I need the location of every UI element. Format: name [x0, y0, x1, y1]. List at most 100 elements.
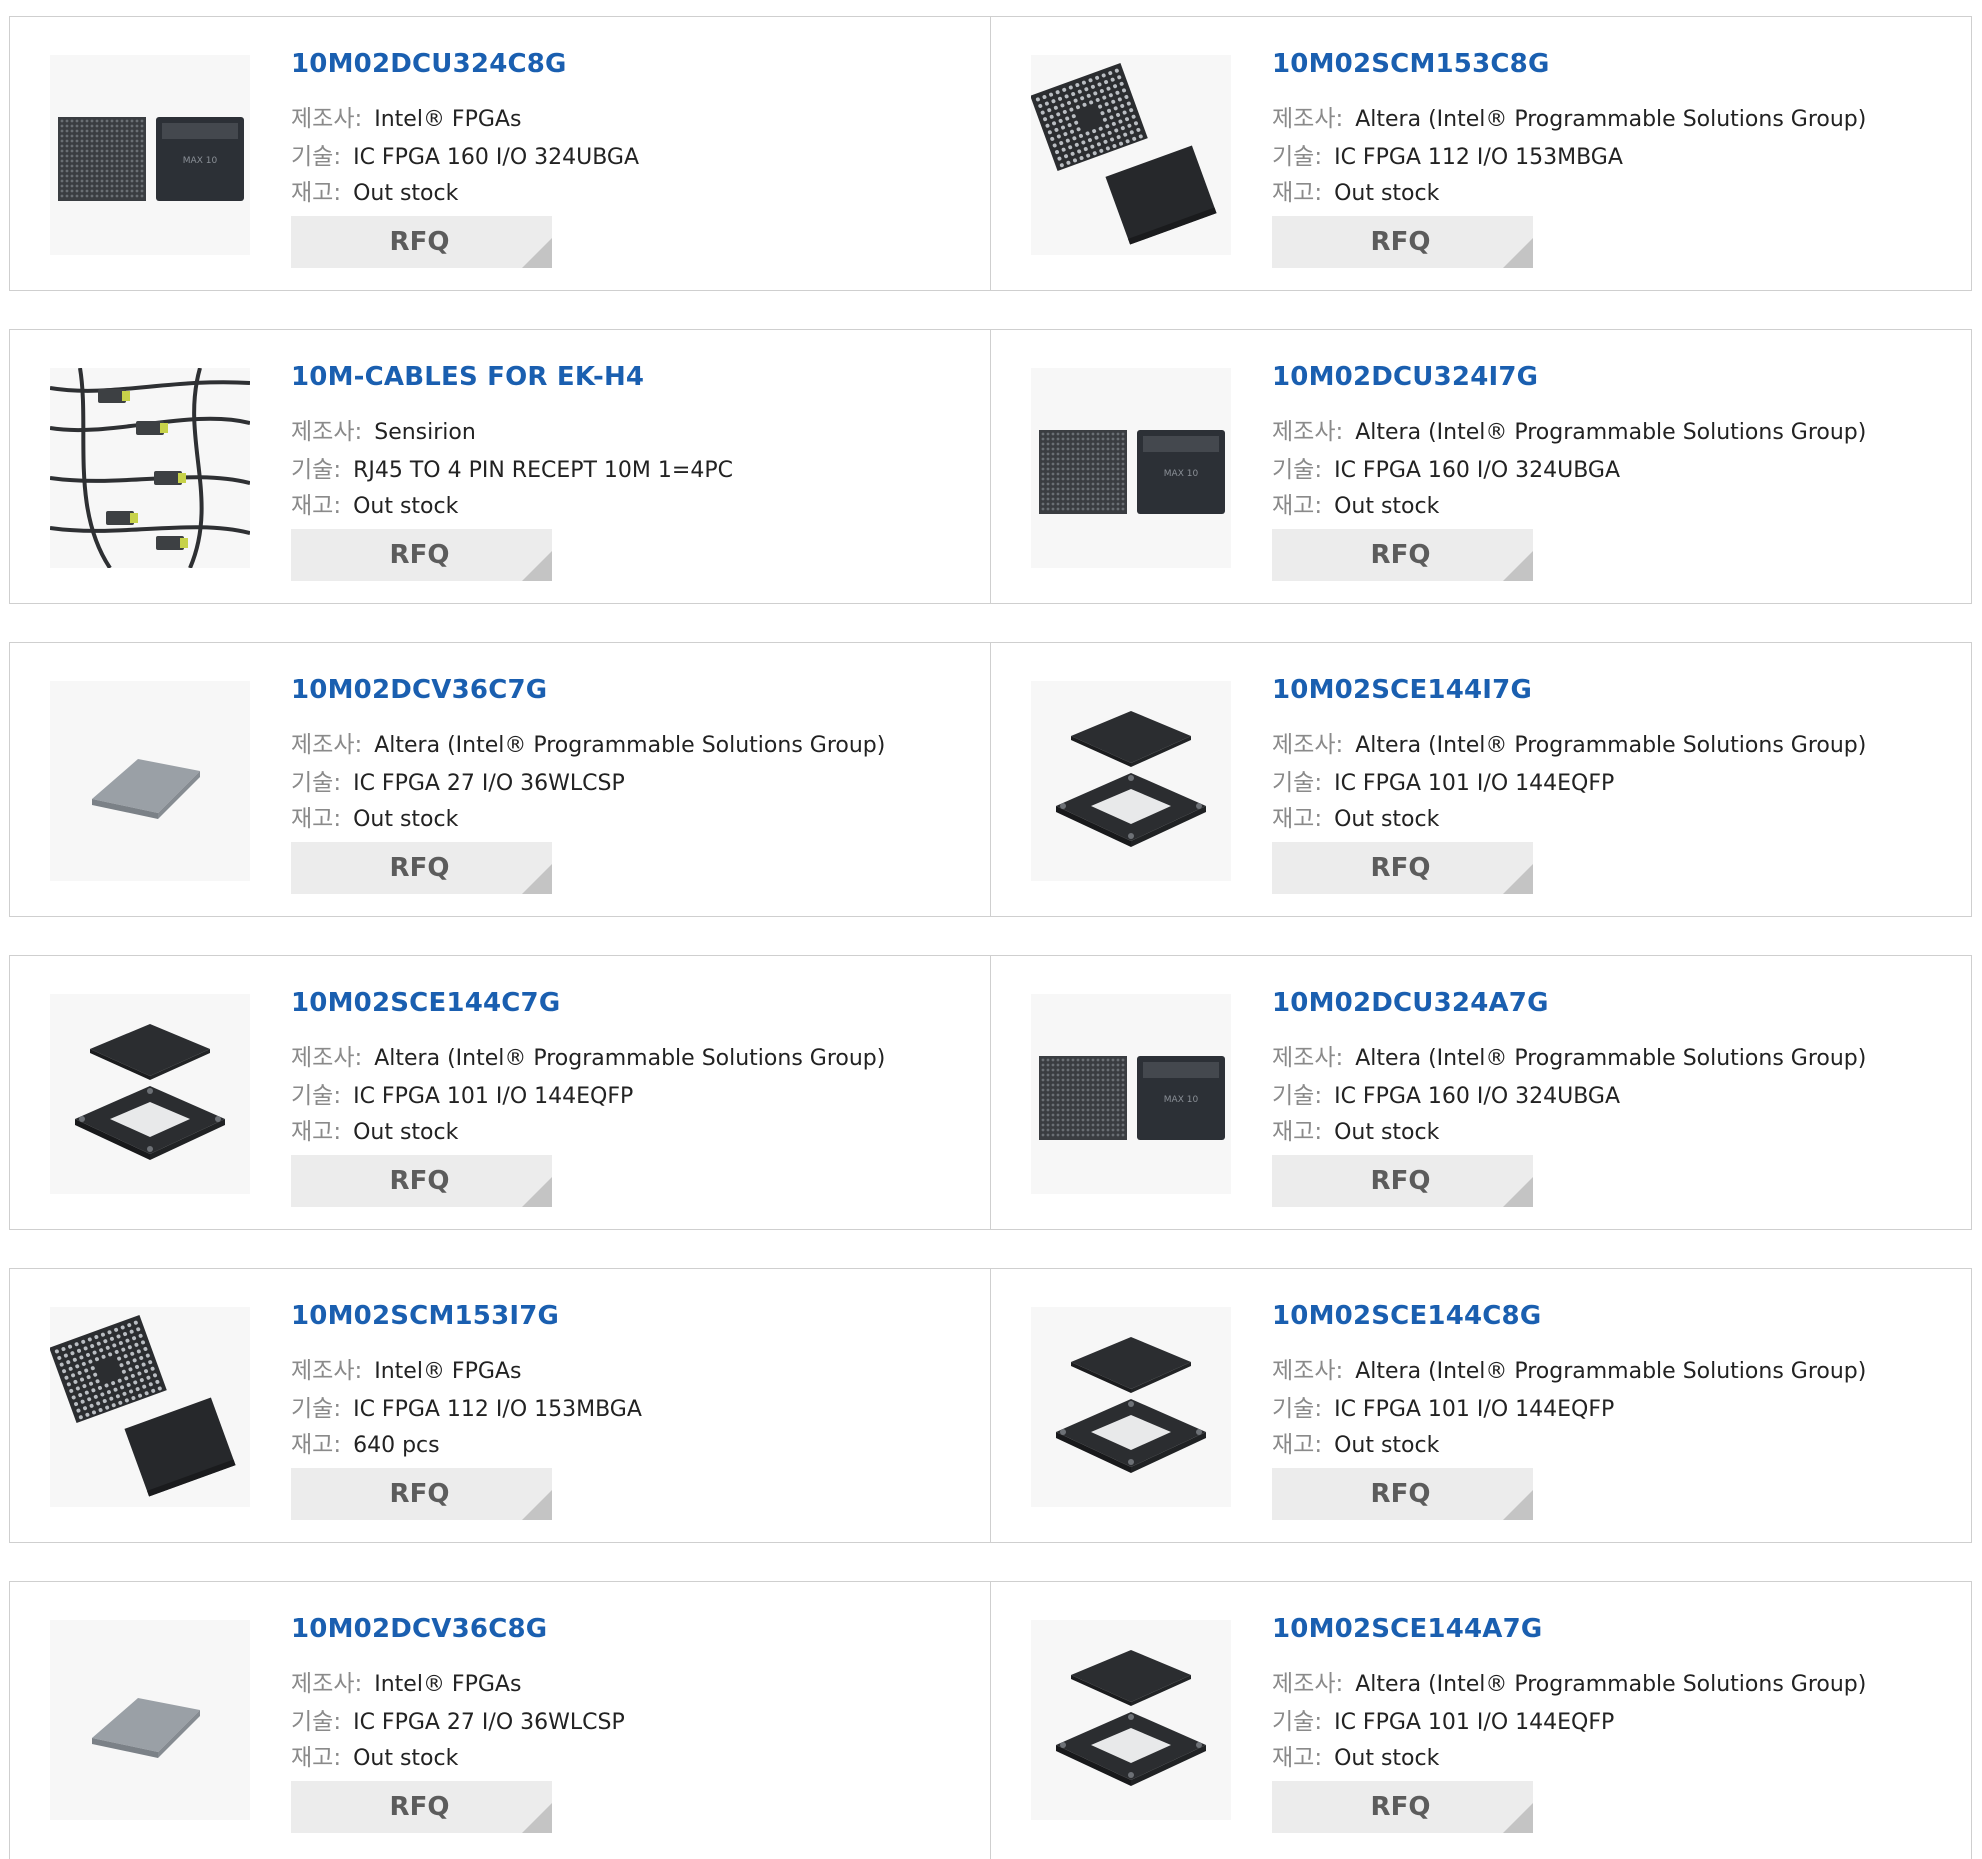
description-line: 기술: IC FPGA 27 I/O 36WLCSP: [291, 1702, 625, 1736]
stock-label: 재고:: [291, 493, 342, 519]
description-line: 기술: IC FPGA 101 I/O 144EQFP: [291, 1076, 633, 1110]
stock-line: 재고: Out stock: [1272, 1738, 1439, 1772]
product-card: 10M02DCV36C8G 제조사: Intel® FPGAs 기술: IC FPG…: [10, 1582, 990, 1859]
corner-triangle-icon: [1503, 551, 1533, 581]
description-line: 기술: IC FPGA 160 I/O 324UBGA: [291, 137, 639, 171]
product-part-number[interactable]: 10M02DCU324C8G: [291, 49, 567, 79]
stock-label: 재고:: [1272, 1432, 1323, 1458]
product-part-number[interactable]: 10M02DCU324A7G: [1272, 988, 1549, 1018]
rfq-button[interactable]: RFQ: [291, 1468, 552, 1520]
product-image-eqfp[interactable]: [1031, 1307, 1231, 1507]
product-part-number[interactable]: 10M02SCM153C8G: [1272, 49, 1550, 79]
product-image-eqfp[interactable]: [1031, 1620, 1231, 1820]
product-row: 10M02SCE144C7G 제조사: Altera (Intel® Progra…: [9, 955, 1972, 1230]
stock-value: Out stock: [1334, 807, 1440, 832]
rfq-button[interactable]: RFQ: [291, 1781, 552, 1833]
product-grid: MAX 10 10M02DCU324C8G 제조사: Intel® FPGAs 기…: [0, 0, 1982, 1859]
rfq-button[interactable]: RFQ: [1272, 1155, 1533, 1207]
product-image-bga-pair[interactable]: MAX 10: [1031, 994, 1231, 1194]
product-part-number[interactable]: 10M-CABLES FOR EK-H4: [291, 362, 644, 392]
rfq-button[interactable]: RFQ: [1272, 1781, 1533, 1833]
rfq-button[interactable]: RFQ: [291, 529, 552, 581]
description-line: 기술: IC FPGA 101 I/O 144EQFP: [1272, 1389, 1614, 1423]
product-image-mbga-tilted[interactable]: [1031, 55, 1231, 255]
manufacturer-value: Altera (Intel® Programmable Solutions Gr…: [1355, 1359, 1867, 1384]
corner-triangle-icon: [522, 238, 552, 268]
product-image-eqfp[interactable]: [1031, 681, 1231, 881]
stock-value: Out stock: [1334, 1120, 1440, 1145]
svg-text:MAX 10: MAX 10: [183, 156, 218, 166]
description-line: 기술: RJ45 TO 4 PIN RECEPT 10M 1=4PC: [291, 450, 733, 484]
stock-label: 재고:: [1272, 1745, 1323, 1771]
product-part-number[interactable]: 10M02DCU324I7G: [1272, 362, 1538, 392]
corner-triangle-icon: [1503, 1803, 1533, 1833]
manufacturer-value: Altera (Intel® Programmable Solutions Gr…: [1355, 733, 1867, 758]
manufacturer-value: Intel® FPGAs: [374, 1359, 522, 1384]
description-value: IC FPGA 160 I/O 324UBGA: [353, 145, 640, 170]
product-part-number[interactable]: 10M02SCM153I7G: [291, 1301, 559, 1331]
description-value: RJ45 TO 4 PIN RECEPT 10M 1=4PC: [353, 458, 733, 483]
description-line: 기술: IC FPGA 101 I/O 144EQFP: [1272, 1702, 1614, 1736]
product-part-number[interactable]: 10M02SCE144C7G: [291, 988, 560, 1018]
product-image-cables[interactable]: [50, 368, 250, 568]
corner-triangle-icon: [1503, 1177, 1533, 1207]
rfq-button[interactable]: RFQ: [291, 1155, 552, 1207]
stock-label: 재고:: [1272, 180, 1323, 206]
rfq-button[interactable]: RFQ: [1272, 216, 1533, 268]
svg-text:MAX 10: MAX 10: [1164, 469, 1199, 479]
description-label: 기술:: [1272, 1396, 1323, 1422]
stock-line: 재고: Out stock: [291, 1112, 458, 1146]
stock-label: 재고:: [291, 1119, 342, 1145]
product-part-number[interactable]: 10M02SCE144I7G: [1272, 675, 1532, 705]
description-label: 기술:: [291, 144, 342, 170]
product-row: 10M02DCV36C7G 제조사: Altera (Intel® Program…: [9, 642, 1972, 917]
manufacturer-line: 제조사: Altera (Intel® Programmable Solution…: [291, 1038, 885, 1072]
rfq-button[interactable]: RFQ: [291, 842, 552, 894]
product-row: 10M02DCV36C8G 제조사: Intel® FPGAs 기술: IC FPG…: [9, 1581, 1972, 1859]
description-line: 기술: IC FPGA 112 I/O 153MBGA: [1272, 137, 1623, 171]
product-image-bga-pair[interactable]: MAX 10: [50, 55, 250, 255]
corner-triangle-icon: [1503, 864, 1533, 894]
description-value: IC FPGA 112 I/O 153MBGA: [1334, 145, 1623, 170]
manufacturer-line: 제조사: Altera (Intel® Programmable Solution…: [1272, 412, 1866, 446]
stock-line: 재고: Out stock: [1272, 486, 1439, 520]
description-value: IC FPGA 101 I/O 144EQFP: [1334, 1397, 1615, 1422]
manufacturer-line: 제조사: Altera (Intel® Programmable Solution…: [1272, 99, 1866, 133]
manufacturer-label: 제조사:: [291, 732, 363, 758]
product-row: 10M02SCM153I7G 제조사: Intel® FPGAs 기술: IC FP…: [9, 1268, 1972, 1543]
stock-value: Out stock: [353, 1746, 459, 1771]
rfq-button[interactable]: RFQ: [1272, 842, 1533, 894]
product-image-eqfp[interactable]: [50, 994, 250, 1194]
product-part-number[interactable]: 10M02SCE144C8G: [1272, 1301, 1541, 1331]
stock-value: Out stock: [1334, 181, 1440, 206]
product-image-wlcsp[interactable]: [50, 1620, 250, 1820]
description-label: 기술:: [291, 1709, 342, 1735]
description-line: 기술: IC FPGA 101 I/O 144EQFP: [1272, 763, 1614, 797]
product-part-number[interactable]: 10M02DCV36C8G: [291, 1614, 547, 1644]
stock-value: Out stock: [1334, 1746, 1440, 1771]
rfq-button[interactable]: RFQ: [1272, 529, 1533, 581]
stock-line: 재고: 640 pcs: [291, 1425, 440, 1459]
stock-value: Out stock: [353, 807, 459, 832]
corner-triangle-icon: [1503, 1490, 1533, 1520]
manufacturer-value: Altera (Intel® Programmable Solutions Gr…: [1355, 420, 1867, 445]
corner-triangle-icon: [522, 1490, 552, 1520]
manufacturer-label: 제조사:: [1272, 106, 1344, 132]
rfq-button-label: RFQ: [1370, 540, 1431, 570]
product-image-bga-pair[interactable]: MAX 10: [1031, 368, 1231, 568]
product-part-number[interactable]: 10M02SCE144A7G: [1272, 1614, 1542, 1644]
rfq-button-label: RFQ: [1370, 853, 1431, 883]
product-part-number[interactable]: 10M02DCV36C7G: [291, 675, 547, 705]
manufacturer-value: Intel® FPGAs: [374, 1672, 522, 1697]
rfq-button[interactable]: RFQ: [291, 216, 552, 268]
product-card: MAX 10 10M02DCU324A7G 제조사: Altera (Intel®…: [991, 956, 1971, 1229]
product-image-mbga-tilted[interactable]: [50, 1307, 250, 1507]
manufacturer-line: 제조사: Altera (Intel® Programmable Solution…: [1272, 1664, 1866, 1698]
stock-value: Out stock: [353, 494, 459, 519]
rfq-button[interactable]: RFQ: [1272, 1468, 1533, 1520]
description-value: IC FPGA 112 I/O 153MBGA: [353, 1397, 642, 1422]
manufacturer-value: Altera (Intel® Programmable Solutions Gr…: [1355, 1046, 1867, 1071]
product-image-wlcsp[interactable]: [50, 681, 250, 881]
rfq-button-label: RFQ: [389, 227, 450, 257]
corner-triangle-icon: [522, 551, 552, 581]
